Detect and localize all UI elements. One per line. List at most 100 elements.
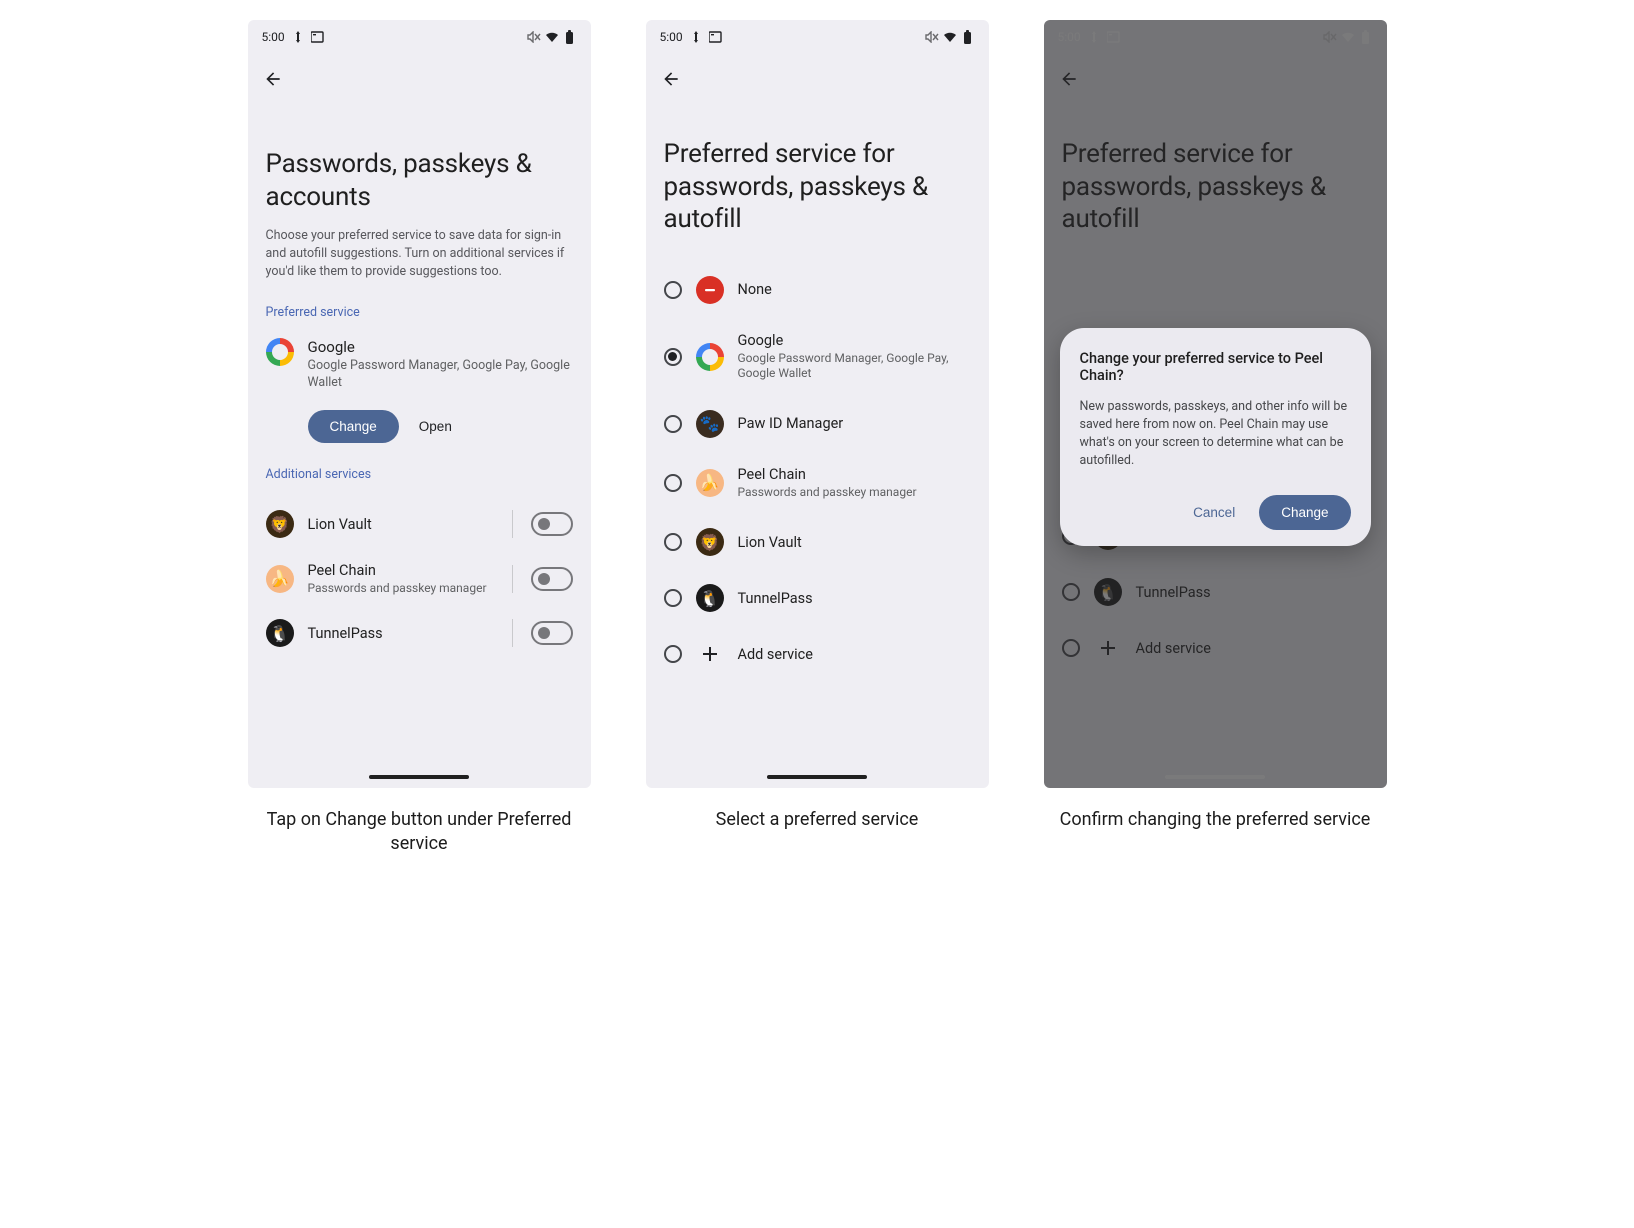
dialog-cancel-button[interactable]: Cancel — [1187, 497, 1241, 528]
dialog-body: New passwords, passkeys, and other info … — [1080, 398, 1351, 471]
radio-button[interactable] — [664, 533, 682, 551]
arrow-back-icon — [1059, 69, 1079, 89]
page-title: Preferred service for passwords, passkey… — [1062, 138, 1369, 236]
service-option-peel-chain[interactable]: 🍌 Peel Chain Passwords and passkey manag… — [664, 452, 971, 515]
notif-2-icon — [709, 30, 723, 44]
mute-icon — [925, 30, 939, 44]
service-option-tunnelpass[interactable]: 🐧 TunnelPass — [664, 570, 971, 626]
battery-icon — [563, 30, 577, 44]
page-title: Preferred service for passwords, passkey… — [664, 138, 971, 236]
tunnelpass-icon: 🐧 — [696, 584, 724, 612]
service-option-name: Peel Chain — [738, 466, 971, 483]
phone-screen-3: 5:00 Preferred service for passwords, pa… — [1044, 20, 1387, 788]
service-option-paw-id[interactable]: 🐾 Paw ID Manager — [664, 396, 971, 452]
status-bar: 5:00 — [248, 20, 591, 50]
preferred-service-row[interactable]: Google Google Password Manager, Google P… — [266, 338, 573, 392]
navigation-bar[interactable] — [248, 766, 591, 788]
notif-1-icon — [689, 30, 703, 44]
page-title: Passwords, passkeys & accounts — [266, 148, 573, 213]
wifi-icon — [545, 30, 559, 44]
service-option-name: Paw ID Manager — [738, 415, 971, 432]
notif-1-icon — [291, 30, 305, 44]
service-option-lion-vault[interactable]: 🦁 Lion Vault — [664, 514, 971, 570]
lion-vault-icon: 🦁 — [696, 528, 724, 556]
service-option-none[interactable]: None — [664, 262, 971, 318]
caption-1: Tap on Change button under Preferred ser… — [248, 808, 591, 857]
service-option-add[interactable]: Add service — [664, 626, 971, 682]
divider — [512, 565, 513, 593]
radio-button[interactable] — [1062, 639, 1080, 657]
service-option-name: Add service — [1136, 640, 1369, 657]
navigation-bar[interactable] — [646, 766, 989, 788]
radio-button[interactable] — [664, 474, 682, 492]
radio-button[interactable] — [664, 645, 682, 663]
peel-chain-icon: 🍌 — [266, 565, 294, 593]
confirm-dialog: Change your preferred service to Peel Ch… — [1060, 328, 1371, 546]
back-button[interactable] — [1054, 64, 1084, 94]
caption-3: Confirm changing the preferred service — [1044, 808, 1387, 857]
arrow-back-icon — [263, 69, 283, 89]
notif-2-icon — [311, 30, 325, 44]
back-button[interactable] — [656, 64, 686, 94]
phone-screen-2: 5:00 Preferred service for passwords, pa… — [646, 20, 989, 788]
service-option-name: Google — [738, 332, 971, 349]
battery-icon — [1359, 30, 1373, 44]
page-subtitle: Choose your preferred service to save da… — [266, 227, 573, 281]
additional-service-sub: Passwords and passkey manager — [308, 581, 498, 595]
additional-services-label: Additional services — [266, 467, 573, 482]
radio-button[interactable] — [664, 281, 682, 299]
status-bar: 5:00 — [646, 20, 989, 50]
wifi-icon — [1341, 30, 1355, 44]
dialog-change-button[interactable]: Change — [1259, 495, 1350, 530]
service-option-name: Lion Vault — [738, 534, 971, 551]
google-icon — [266, 338, 294, 366]
service-option-sub: Google Password Manager, Google Pay, Goo… — [738, 351, 971, 382]
radio-button[interactable] — [1062, 583, 1080, 601]
additional-service-item[interactable]: 🍌 Peel Chain Passwords and passkey manag… — [266, 550, 573, 607]
service-option-name: TunnelPass — [738, 590, 971, 607]
paw-id-icon: 🐾 — [696, 410, 724, 438]
tunnelpass-icon: 🐧 — [266, 619, 294, 647]
service-option-name: None — [738, 281, 971, 298]
additional-service-name: Lion Vault — [308, 516, 498, 533]
additional-service-item[interactable]: 🦁 Lion Vault — [266, 498, 573, 550]
plus-icon — [696, 640, 724, 668]
tunnelpass-icon: 🐧 — [1094, 578, 1122, 606]
phone-screen-1: 5:00 Passwords, passkeys & accounts Choo… — [248, 20, 591, 788]
divider — [512, 619, 513, 647]
additional-service-item[interactable]: 🐧 TunnelPass — [266, 607, 573, 659]
open-button[interactable]: Open — [419, 419, 452, 434]
battery-icon — [961, 30, 975, 44]
mute-icon — [1323, 30, 1337, 44]
notif-1-icon — [1087, 30, 1101, 44]
additional-service-name: TunnelPass — [308, 625, 498, 642]
toggle-switch[interactable] — [531, 621, 573, 645]
preferred-service-name: Google — [308, 338, 573, 356]
none-icon — [696, 276, 724, 304]
notif-2-icon — [1107, 30, 1121, 44]
status-time: 5:00 — [1058, 30, 1081, 44]
preferred-service-label: Preferred service — [266, 305, 573, 320]
peel-chain-icon: 🍌 — [696, 469, 724, 497]
toggle-switch[interactable] — [531, 512, 573, 536]
status-time: 5:00 — [262, 30, 285, 44]
arrow-back-icon — [661, 69, 681, 89]
plus-icon — [1094, 634, 1122, 662]
radio-button-selected[interactable] — [664, 348, 682, 366]
service-option-tunnelpass[interactable]: 🐧 TunnelPass — [1062, 564, 1369, 620]
navigation-bar[interactable] — [1044, 766, 1387, 788]
caption-2: Select a preferred service — [646, 808, 989, 857]
service-option-add[interactable]: Add service — [1062, 620, 1369, 676]
additional-service-name: Peel Chain — [308, 562, 498, 579]
service-option-sub: Passwords and passkey manager — [738, 485, 971, 501]
wifi-icon — [943, 30, 957, 44]
service-option-name: TunnelPass — [1136, 584, 1369, 601]
change-button[interactable]: Change — [308, 410, 399, 443]
radio-button[interactable] — [664, 589, 682, 607]
service-option-google[interactable]: Google Google Password Manager, Google P… — [664, 318, 971, 396]
service-option-name: Add service — [738, 646, 971, 663]
back-button[interactable] — [258, 64, 288, 94]
radio-button[interactable] — [664, 415, 682, 433]
lion-vault-icon: 🦁 — [266, 510, 294, 538]
toggle-switch[interactable] — [531, 567, 573, 591]
